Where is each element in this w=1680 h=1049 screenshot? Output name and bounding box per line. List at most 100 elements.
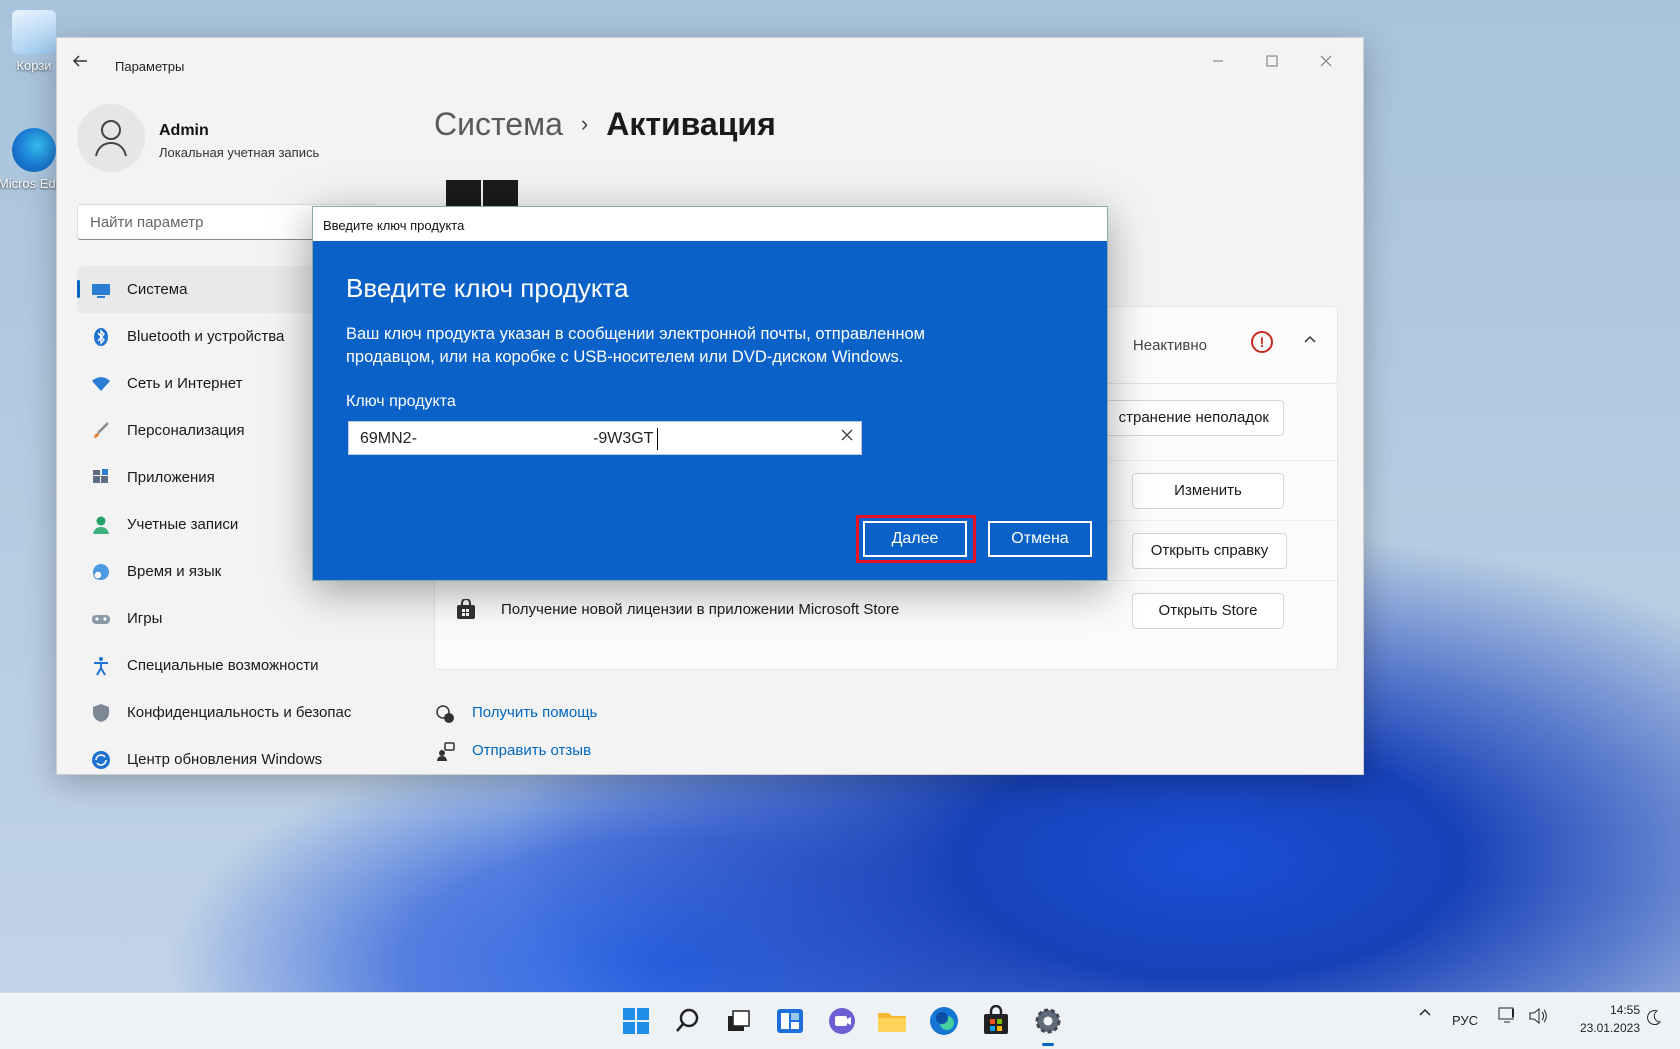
- get-help-link[interactable]: Получить помощь: [434, 694, 597, 732]
- help-links: Получить помощь Отправить отзыв: [434, 694, 597, 770]
- next-button-highlight: Далее: [856, 515, 976, 563]
- avatar: [77, 104, 145, 172]
- close-icon: [1320, 55, 1332, 67]
- back-button[interactable]: [71, 52, 99, 76]
- sidebar-item-privacy[interactable]: Конфиденциальность и безопас: [77, 689, 387, 736]
- product-key-input[interactable]: 69MN2- -9W3GT: [348, 421, 862, 455]
- cancel-button[interactable]: Отмена: [988, 521, 1092, 557]
- taskbar: РУС 14:55 23.01.2023: [0, 992, 1680, 1049]
- globe-clock-icon: [93, 564, 109, 580]
- chevron-right-icon: ›: [580, 111, 589, 136]
- task-view-icon: [728, 1010, 750, 1031]
- brush-icon: [94, 422, 109, 438]
- sidebar-item-label: Конфиденциальность и безопас: [127, 704, 352, 721]
- breadcrumb-parent[interactable]: Система: [434, 106, 563, 142]
- dialog-heading: Введите ключ продукта: [346, 273, 629, 303]
- profile-account-type: Локальная учетная запись: [159, 145, 320, 160]
- open-help-button[interactable]: Открыть справку: [1132, 533, 1287, 569]
- product-key-value-start: 69MN2-: [360, 430, 417, 447]
- bluetooth-icon: [94, 328, 108, 346]
- get-help-label: Получить помощь: [472, 704, 598, 721]
- chat-button[interactable]: [826, 1005, 858, 1037]
- wifi-icon: [92, 377, 110, 391]
- maximize-button[interactable]: [1249, 48, 1295, 78]
- file-explorer-button[interactable]: [876, 1005, 908, 1037]
- focus-assist-icon[interactable]: [1646, 1009, 1662, 1028]
- clock-time: 14:55: [1609, 1003, 1640, 1017]
- sidebar-item-accessibility[interactable]: Специальные возможности: [77, 642, 387, 689]
- recycle-bin-icon: [12, 10, 56, 54]
- breadcrumb: Система › Активация: [434, 106, 776, 143]
- sidebar-item-label: Игры: [127, 610, 163, 627]
- edge-icon: [930, 1007, 958, 1035]
- edge-icon: [12, 128, 56, 172]
- maximize-icon: [1266, 55, 1278, 67]
- store-icon: [457, 599, 475, 619]
- text-caret: [657, 428, 658, 450]
- task-view-button[interactable]: [722, 1005, 754, 1037]
- minimize-button[interactable]: [1195, 48, 1241, 78]
- chevron-up-icon: [1419, 1008, 1431, 1016]
- minimize-icon: [1213, 60, 1223, 62]
- product-key-value-end: -9W3GT: [593, 430, 654, 447]
- desktop-icon-label: Корзи: [16, 58, 52, 73]
- chat-icon: [829, 1008, 855, 1034]
- language-indicator[interactable]: РУС: [1452, 1013, 1478, 1028]
- user-profile[interactable]: Admin Локальная учетная запись: [77, 104, 367, 174]
- volume-icon[interactable]: [1528, 1007, 1548, 1028]
- apps-icon: [93, 469, 108, 483]
- window-title: Параметры: [115, 59, 185, 74]
- store-license-text: Получение новой лицензии в приложении Mi…: [501, 601, 900, 618]
- help-chat-icon: [436, 705, 454, 723]
- store-row: Получение новой лицензии в приложении Mi…: [435, 580, 1337, 640]
- network-icon[interactable]: [1498, 1007, 1518, 1028]
- clock[interactable]: 14:55 23.01.2023: [1580, 1001, 1640, 1037]
- clock-date: 23.01.2023: [1579, 1021, 1640, 1035]
- clear-icon[interactable]: [841, 428, 853, 446]
- next-button[interactable]: Далее: [863, 521, 967, 557]
- activation-status: Неактивно: [1132, 337, 1207, 354]
- troubleshoot-button[interactable]: странение неполадок: [1102, 400, 1284, 436]
- page-title: Активация: [606, 106, 776, 142]
- send-feedback-link[interactable]: Отправить отзыв: [434, 732, 597, 770]
- search-placeholder: Найти параметр: [90, 214, 204, 231]
- close-button[interactable]: [1303, 48, 1349, 78]
- start-icon: [623, 1008, 649, 1034]
- dialog-title-bar: Введите ключ продукта: [313, 207, 1107, 241]
- sidebar-item-label: Специальные возможности: [127, 657, 319, 674]
- search-icon: [676, 1008, 699, 1032]
- arrow-left-icon: [72, 55, 87, 67]
- feedback-icon: [437, 742, 455, 761]
- file-explorer-icon: [878, 1013, 906, 1032]
- widgets-button[interactable]: [774, 1005, 806, 1037]
- product-key-label: Ключ продукта: [346, 393, 456, 410]
- product-key-dialog: Введите ключ продукта Введите ключ проду…: [312, 206, 1108, 581]
- send-feedback-label: Отправить отзыв: [472, 742, 592, 759]
- accessibility-icon: [94, 657, 108, 676]
- store-button[interactable]: [980, 1004, 1012, 1037]
- sidebar-item-label: Центр обновления Windows: [127, 751, 323, 768]
- chevron-up-icon[interactable]: [1303, 331, 1317, 352]
- widgets-icon: [777, 1009, 803, 1033]
- profile-name: Admin: [159, 122, 209, 139]
- dialog-window-title: Введите ключ продукта: [323, 218, 465, 233]
- monitor-icon: [92, 284, 110, 298]
- dialog-body: Введите ключ продукта Ваш ключ продукта …: [313, 241, 1107, 580]
- show-hidden-icons-button[interactable]: [1418, 1005, 1432, 1022]
- dialog-description: Ваш ключ продукта указан в сообщении эле…: [346, 325, 926, 366]
- gamepad-icon: [92, 615, 110, 624]
- change-key-button[interactable]: Изменить: [1132, 473, 1284, 509]
- title-bar: Параметры: [57, 38, 1363, 88]
- shield-icon: [93, 704, 109, 722]
- start-button[interactable]: [620, 1005, 652, 1037]
- user-icon: [95, 120, 127, 157]
- settings-icon: [1035, 1008, 1061, 1034]
- settings-button[interactable]: [1032, 1005, 1064, 1046]
- taskbar-search-button[interactable]: [672, 1005, 704, 1037]
- store-icon: [984, 1004, 1008, 1034]
- sidebar-item-gaming[interactable]: Игры: [77, 595, 387, 642]
- edge-button[interactable]: [928, 1005, 960, 1037]
- sidebar-item-windows-update[interactable]: Центр обновления Windows: [77, 736, 387, 774]
- open-store-button[interactable]: Открыть Store: [1132, 593, 1284, 629]
- info-warning-icon: !: [1251, 331, 1273, 353]
